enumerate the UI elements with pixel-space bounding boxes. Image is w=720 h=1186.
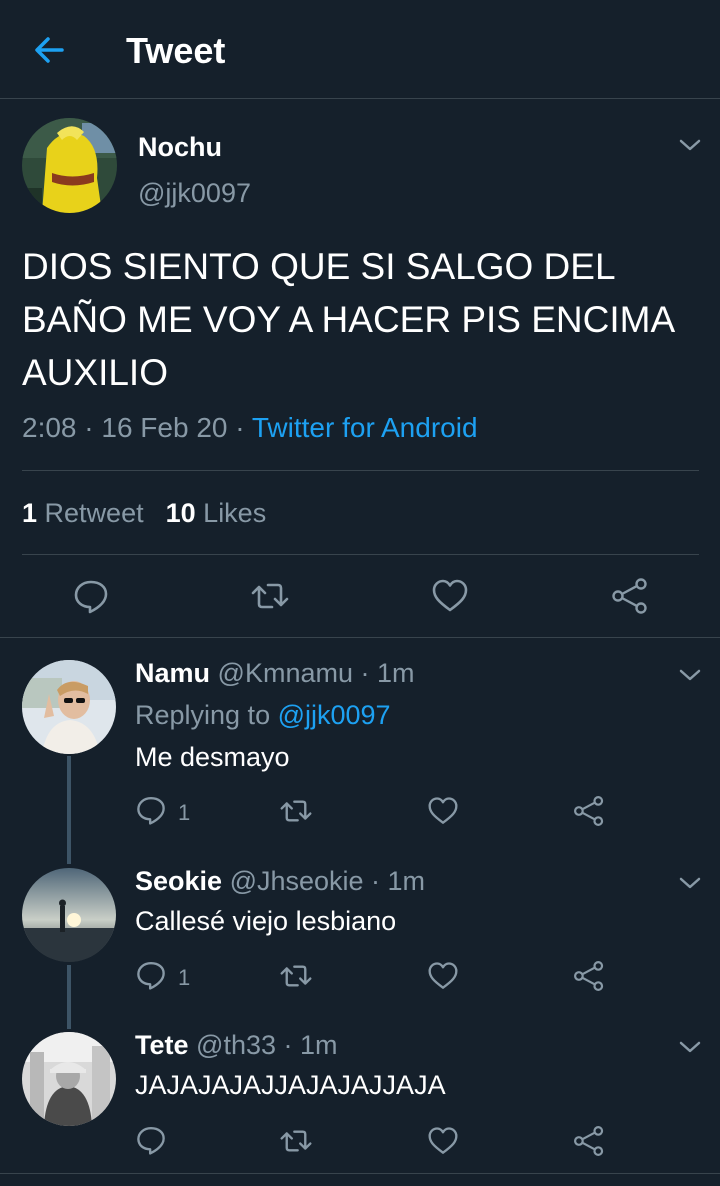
reply-text: JAJAJAJAJJAJAJAJJAJA (135, 1070, 446, 1100)
reply-header: Seokie @Jhseokie · 1m (135, 866, 425, 897)
tweet-timestamp: 2:08 · 16 Feb 20 · (22, 412, 252, 443)
chevron-down-icon[interactable] (676, 135, 704, 155)
divider (0, 1173, 720, 1174)
like-icon[interactable] (427, 1126, 459, 1156)
chevron-down-icon[interactable] (676, 1037, 704, 1057)
avatar[interactable] (22, 1032, 116, 1126)
reply-text: Me desmayo (135, 742, 290, 772)
back-arrow-icon[interactable] (28, 28, 72, 72)
share-icon[interactable] (611, 577, 649, 615)
retweet-icon[interactable] (250, 577, 290, 615)
divider (22, 554, 699, 555)
reply-header: Namu @Kmnamu · 1m (135, 658, 414, 689)
divider (22, 470, 699, 471)
reply-text: Callesé viejo lesbiano (135, 906, 397, 936)
reply-author-handle[interactable]: @th33 · 1m (196, 1030, 337, 1060)
reply-author-name[interactable]: Namu (135, 658, 210, 688)
page-title: Tweet (126, 30, 226, 71)
tweet-source-link[interactable]: Twitter for Android (252, 412, 478, 443)
replying-to: Replying to @jjk0097 (135, 700, 391, 730)
tweet-meta: 2:08 · 16 Feb 20 · Twitter for Android (22, 412, 478, 444)
reply-author-handle[interactable]: @Jhseokie · 1m (230, 866, 425, 896)
reply-tweet[interactable]: Seokie @Jhseokie · 1m Callesé viejo lesb… (0, 846, 720, 1010)
share-icon[interactable] (573, 1125, 605, 1157)
reply-tweet[interactable]: Namu @Kmnamu · 1m Replying to @jjk0097 M… (0, 638, 720, 846)
reply-count: 1 (178, 965, 191, 990)
tweet-text: DIOS SIENTO QUE SI SALGO DEL BAÑO ME VOY… (22, 246, 674, 393)
share-icon[interactable] (573, 795, 605, 827)
retweet-stat[interactable]: 1 Retweet (22, 498, 144, 528)
tweet-stats: 1 Retweet 10 Likes (22, 498, 266, 529)
reply-icon[interactable] (135, 1124, 167, 1156)
retweet-icon[interactable] (279, 795, 313, 827)
reply-author-handle[interactable]: @Kmnamu · 1m (218, 658, 415, 688)
avatar[interactable] (22, 868, 116, 962)
like-icon[interactable] (427, 961, 459, 991)
chevron-down-icon[interactable] (676, 665, 704, 685)
avatar[interactable] (22, 660, 116, 754)
reply-icon[interactable] (135, 959, 167, 991)
reply-author-name[interactable]: Tete (135, 1030, 189, 1060)
like-icon[interactable] (427, 796, 459, 826)
reply-author-name[interactable]: Seokie (135, 866, 222, 896)
avatar[interactable] (22, 118, 117, 213)
reply-count: 1 (178, 800, 191, 825)
reply-header: Tete @th33 · 1m (135, 1030, 338, 1061)
reply-tweet[interactable]: Tete @th33 · 1m JAJAJAJAJJAJAJAJJAJA (0, 1010, 720, 1173)
retweet-icon[interactable] (279, 1125, 313, 1157)
main-tweet: Nochu @jjk0097 DIOS SIENTO QUE SI SALGO … (0, 100, 720, 638)
author-name[interactable]: Nochu (138, 132, 222, 163)
likes-stat[interactable]: 10 Likes (166, 498, 267, 528)
author-handle[interactable]: @jjk0097 (138, 178, 251, 209)
top-bar: Tweet (0, 0, 720, 99)
reply-icon[interactable] (72, 577, 110, 615)
chevron-down-icon[interactable] (676, 873, 704, 893)
retweet-icon[interactable] (279, 960, 313, 992)
replying-to-link[interactable]: @jjk0097 (278, 700, 391, 730)
like-icon[interactable] (431, 578, 469, 614)
reply-icon[interactable] (135, 794, 167, 826)
share-icon[interactable] (573, 960, 605, 992)
